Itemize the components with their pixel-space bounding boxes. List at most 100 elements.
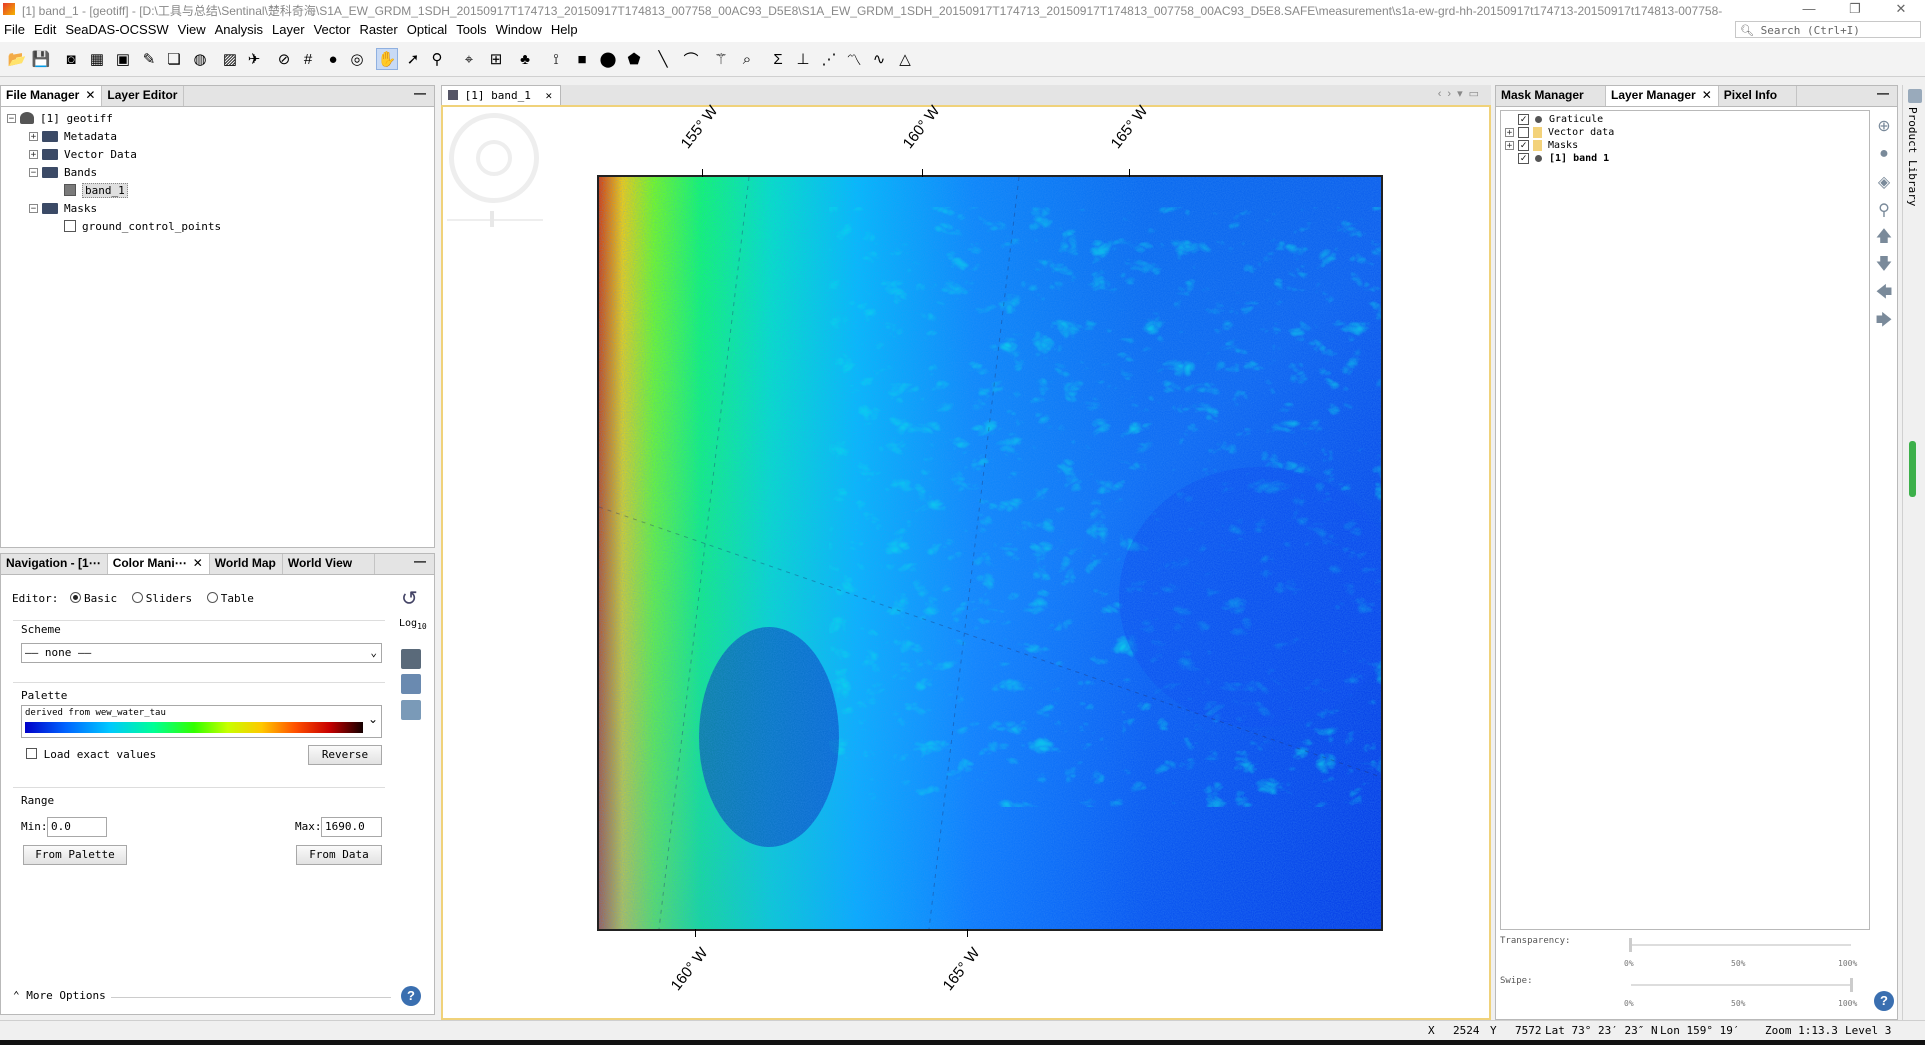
menu-analysis[interactable]: Analysis	[215, 22, 263, 37]
collapse-icon[interactable]: −	[29, 167, 38, 177]
expand-icon[interactable]: +	[1505, 128, 1514, 138]
tree-node[interactable]: ground_control_points	[7, 217, 434, 235]
tab-layer-editor[interactable]: Layer Editor	[102, 86, 185, 106]
close-icon[interactable]: ✕	[85, 88, 95, 102]
layer-row[interactable]: ✓ Graticule	[1505, 113, 1869, 126]
tree-node[interactable]: − Bands	[7, 163, 434, 181]
scheme-select[interactable]: —— none —— ⌄	[21, 643, 382, 663]
move-up-icon[interactable]: 🡅	[1874, 228, 1894, 248]
information-icon[interactable]: △	[894, 48, 916, 70]
magic-wand-icon[interactable]: ⚚	[710, 48, 732, 70]
move-left-icon[interactable]: 🡄	[1874, 284, 1894, 304]
search-input[interactable]: 🔍︎ Search (Ctrl+I)	[1735, 21, 1921, 38]
from-palette-button[interactable]: From Palette	[23, 845, 127, 865]
draw-rectangle-icon[interactable]: ■	[571, 48, 593, 70]
help-icon[interactable]: ?	[1874, 991, 1894, 1011]
menu-window[interactable]: Window	[496, 22, 542, 37]
layer-visibility-checkbox[interactable]: ✓	[1518, 114, 1529, 125]
expand-icon[interactable]: +	[29, 149, 38, 159]
remove-layer-icon[interactable]: ●	[1874, 144, 1894, 164]
draw-line-icon[interactable]: ╲	[652, 48, 674, 70]
load-exact-checkbox[interactable]: Load exact values	[26, 748, 156, 761]
help-icon[interactable]: ?	[401, 986, 421, 1006]
sphere-icon[interactable]: ●	[322, 48, 344, 70]
layer-visibility-checkbox[interactable]: ✓	[1518, 140, 1529, 151]
tree-node[interactable]: − [1] geotiff	[7, 109, 434, 127]
layers-icon[interactable]: ❏	[163, 48, 185, 70]
open-product-icon[interactable]: 📂	[6, 48, 28, 70]
move-down-icon[interactable]: 🡇	[1874, 256, 1894, 276]
sar-image[interactable]	[597, 175, 1383, 931]
menu-file[interactable]: File	[4, 22, 25, 37]
minimize-panel-icon[interactable]: —	[406, 86, 434, 106]
draw-polygon-icon[interactable]: ⬟	[623, 48, 645, 70]
swipe-slider-handle[interactable]	[1850, 978, 1853, 992]
more-options-toggle[interactable]: ⌃ More Options	[13, 989, 106, 1002]
add-layer-icon[interactable]: ⊕	[1874, 116, 1894, 136]
scatter-plot-icon[interactable]: ⋰	[818, 48, 840, 70]
close-icon[interactable]: ✕	[193, 556, 203, 570]
globe-icon[interactable]: ◍	[189, 48, 211, 70]
zoom-slider[interactable]	[447, 219, 543, 221]
select-tool-icon[interactable]: ➚	[402, 48, 424, 70]
swipe-slider[interactable]	[1631, 984, 1851, 986]
layer-visibility-checkbox[interactable]: ✓	[1518, 153, 1529, 164]
menu-layer[interactable]: Layer	[272, 22, 305, 37]
graticule-icon[interactable]: ◎	[346, 48, 368, 70]
tab-file-manager[interactable]: File Manager ✕	[1, 86, 103, 106]
wizard-icon[interactable]: ✎	[138, 48, 160, 70]
menu-optical[interactable]: Optical	[407, 22, 447, 37]
palette-select[interactable]: derived from wew_water_tau ⌄	[21, 705, 382, 738]
compass-rose-icon[interactable]	[449, 113, 539, 203]
close-icon[interactable]: ✕	[545, 89, 552, 102]
tab-band-1[interactable]: [1] band_1 ✕	[441, 85, 562, 106]
statistics-icon[interactable]: Σ	[767, 48, 789, 70]
editor-table-radio[interactable]: Table	[206, 592, 254, 605]
close-button[interactable]: ✕	[1878, 0, 1924, 20]
reverse-button[interactable]: Reverse	[308, 745, 382, 765]
minimize-button[interactable]: —	[1786, 0, 1832, 20]
image-canvas[interactable]: 155° W 160° W 165° W 160° W 165° W	[441, 103, 1491, 1020]
transparency-slider-handle[interactable]	[1629, 938, 1632, 952]
range-finder-icon[interactable]: ⟟	[545, 48, 567, 70]
spectrum-icon[interactable]: ∿	[868, 48, 890, 70]
minimize-panel-icon[interactable]: —	[406, 554, 434, 574]
tree-node[interactable]: band_1	[7, 181, 434, 199]
tab-navigation[interactable]: Navigation - [1⋯	[1, 554, 108, 574]
tree-node[interactable]: − Masks	[7, 199, 434, 217]
expand-icon[interactable]: +	[1505, 141, 1514, 151]
from-data-button[interactable]: From Data	[296, 845, 382, 865]
menu-seadas-ocssw[interactable]: SeaDAS-OCSSW	[65, 22, 168, 37]
menu-help[interactable]: Help	[551, 22, 578, 37]
profile-plot-icon[interactable]: 〽	[843, 48, 865, 70]
pan-tool-icon[interactable]: ✋	[376, 48, 398, 70]
save-palette-icon[interactable]	[401, 674, 421, 694]
collapse-icon[interactable]: −	[7, 113, 16, 123]
menu-tools[interactable]: Tools	[456, 22, 486, 37]
tab-color-manipulation[interactable]: Color Mani⋯ ✕	[107, 554, 210, 574]
product-library-icon[interactable]	[1907, 89, 1922, 103]
menu-vector[interactable]: Vector	[314, 22, 351, 37]
mask-icon[interactable]: ♣	[514, 48, 536, 70]
seadas-logo-icon[interactable]: ◙	[60, 48, 82, 70]
editor-sliders-radio[interactable]: Sliders	[131, 592, 192, 605]
export-palette-icon[interactable]	[401, 700, 421, 720]
zoom-layer-icon[interactable]: ⚲	[1874, 200, 1894, 220]
tab-mask-manager[interactable]: Mask Manager	[1496, 86, 1606, 106]
log-button[interactable]: Log10	[399, 618, 427, 631]
move-right-icon[interactable]: 🡆	[1874, 312, 1894, 332]
reset-icon[interactable]: ↺	[401, 586, 418, 611]
restore-button[interactable]: ❐	[1832, 0, 1878, 20]
menu-raster[interactable]: Raster	[359, 22, 397, 37]
pin-tool-icon[interactable]: ⌖	[458, 48, 480, 70]
layer-editor-icon[interactable]: ◈	[1874, 172, 1894, 192]
ocssw-icon[interactable]: ▦	[86, 48, 108, 70]
layer-row[interactable]: + ✓ Masks	[1505, 139, 1869, 152]
gcp-tool-icon[interactable]: ⊞	[485, 48, 507, 70]
menu-edit[interactable]: Edit	[34, 22, 56, 37]
max-input[interactable]: 1690.0	[321, 817, 382, 837]
no-data-icon[interactable]: ⊘	[273, 48, 295, 70]
product-library-tab[interactable]: Product Library	[1906, 107, 1919, 206]
histogram-icon[interactable]: ⊥	[792, 48, 814, 70]
draw-polyline-icon[interactable]: ⌒	[680, 48, 702, 70]
